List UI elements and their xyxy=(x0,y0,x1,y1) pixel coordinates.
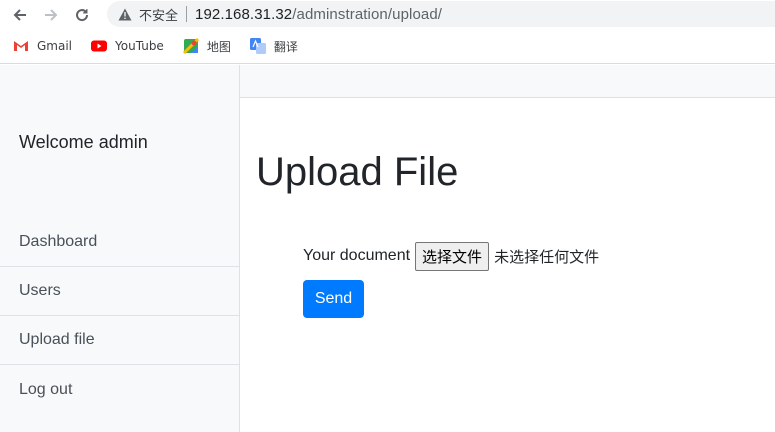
main-content: Upload File Your document 选择文件 未选择任何文件 S… xyxy=(240,98,775,432)
document-label: Your document xyxy=(303,247,411,264)
browser-toolbar: 不安全 192.168.31.32/adminstration/upload/ xyxy=(0,0,775,29)
youtube-icon xyxy=(90,38,108,54)
sidebar-nav: Dashboard Users Upload file Log out xyxy=(0,218,239,414)
back-icon[interactable] xyxy=(9,4,31,26)
translate-icon xyxy=(249,38,267,54)
page-title: Upload File xyxy=(256,150,459,194)
sidebar-item-log-out[interactable]: Log out xyxy=(0,365,239,414)
send-button[interactable]: Send xyxy=(303,280,364,318)
welcome-heading: Welcome admin xyxy=(19,132,148,152)
bookmark-label: Gmail xyxy=(37,39,73,53)
warning-icon[interactable] xyxy=(117,6,133,22)
url-text[interactable]: 192.168.31.32/adminstration/upload/ xyxy=(195,6,442,23)
bookmark-gmail[interactable]: Gmail xyxy=(12,38,72,54)
sidebar-item-upload-file[interactable]: Upload file xyxy=(0,316,239,365)
url-host: 192.168.31.32 xyxy=(195,5,293,23)
reload-icon[interactable] xyxy=(71,4,93,26)
security-label[interactable]: 不安全 xyxy=(139,5,178,24)
page: Welcome admin Dashboard Users Upload fil… xyxy=(0,65,775,432)
choose-file-button[interactable]: 选择文件 xyxy=(415,241,490,271)
maps-icon xyxy=(182,38,200,54)
file-status-text: 未选择任何文件 xyxy=(494,247,600,266)
address-bar[interactable]: 不安全 192.168.31.32/adminstration/upload/ xyxy=(107,1,775,27)
bookmark-label: 地图 xyxy=(206,39,231,54)
forward-icon[interactable] xyxy=(40,4,62,26)
sidebar-item-dashboard[interactable]: Dashboard xyxy=(0,218,239,267)
url-path: /adminstration/upload/ xyxy=(292,5,443,23)
upload-form: Your document 选择文件 未选择任何文件 Send xyxy=(303,241,599,318)
url-separator xyxy=(186,6,188,22)
file-field-row: Your document 选择文件 未选择任何文件 xyxy=(303,241,599,271)
bookmark-label: 翻译 xyxy=(273,39,298,54)
top-navbar xyxy=(240,65,775,98)
bookmark-label: YouTube xyxy=(115,39,164,53)
bookmark-maps[interactable]: 地图 xyxy=(182,38,231,55)
gmail-icon xyxy=(12,38,30,54)
bookmarks-bar: Gmail YouTube 地图 翻译 xyxy=(0,29,775,64)
bookmark-youtube[interactable]: YouTube xyxy=(90,38,164,54)
sidebar-item-users[interactable]: Users xyxy=(0,267,239,316)
bookmark-translate[interactable]: 翻译 xyxy=(249,38,298,55)
sidebar: Welcome admin Dashboard Users Upload fil… xyxy=(0,65,240,432)
